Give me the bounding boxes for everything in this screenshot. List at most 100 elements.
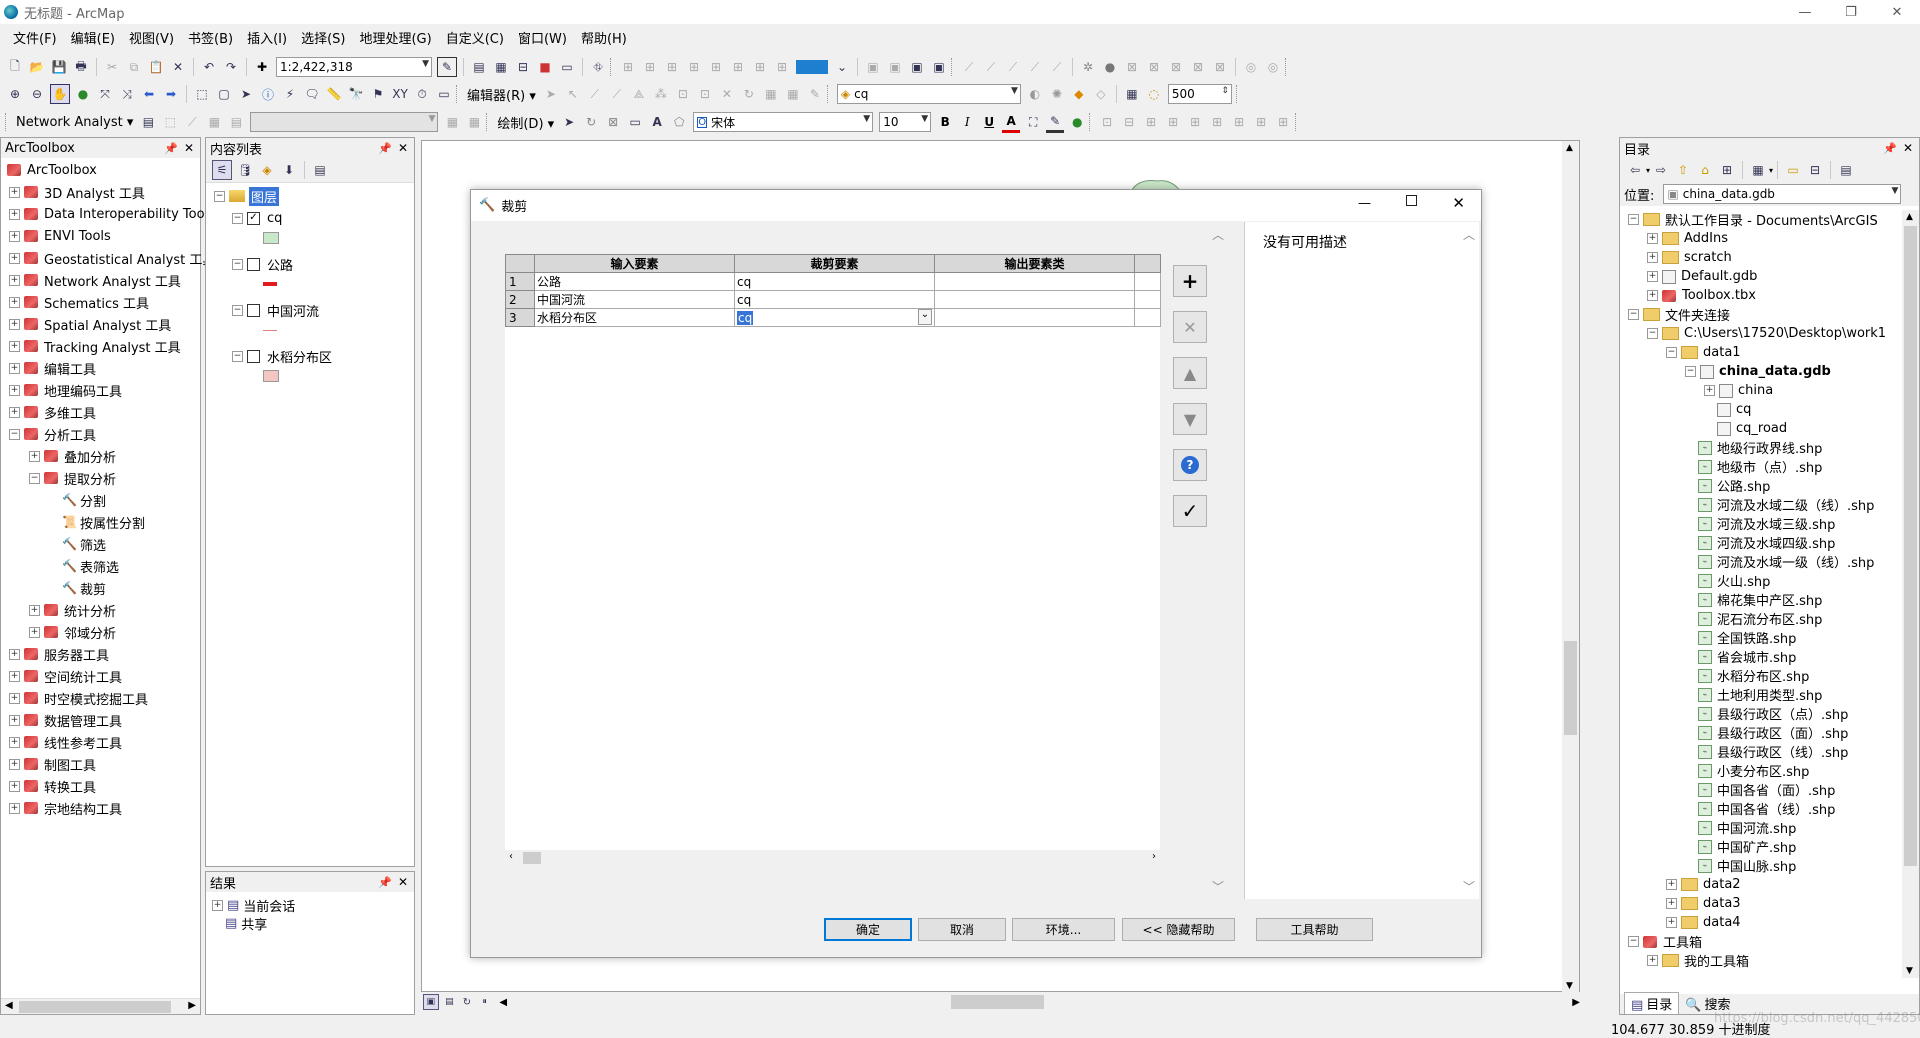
python-window-icon[interactable]: ▭: [558, 58, 576, 76]
expand-icon[interactable]: −: [1647, 328, 1658, 339]
toolbox-item[interactable]: + 邻域分析: [1, 621, 200, 643]
font-color-button[interactable]: A: [1002, 112, 1021, 133]
network-analyst-menu[interactable]: Network Analyst ▾: [12, 115, 137, 130]
georef5-icon[interactable]: ⊞: [707, 58, 725, 76]
layer-symbol[interactable]: [263, 229, 414, 247]
misc-tool4-icon[interactable]: ⊞: [1164, 113, 1182, 131]
catalog-item[interactable]: ⌁ 地级行政界线.shp: [1620, 438, 1919, 457]
catalog-item[interactable]: ⌁ 中国山脉.shp: [1620, 856, 1919, 875]
toc-layer[interactable]: − ✓ cq: [206, 207, 414, 229]
toolbox-item[interactable]: + Data Interoperability Too: [1, 203, 205, 225]
close-icon[interactable]: ✕: [398, 141, 408, 155]
draw-rect-icon[interactable]: ▭: [626, 113, 644, 131]
html-popup-icon[interactable]: ⚡: [281, 85, 299, 103]
new-icon[interactable]: 🗋: [6, 58, 24, 76]
menu-bookmarks[interactable]: 书签(B): [181, 28, 240, 47]
select-elements-icon[interactable]: ➤: [237, 85, 255, 103]
expand-icon[interactable]: +: [9, 274, 20, 286]
georef3-icon[interactable]: ⊞: [663, 58, 681, 76]
dialog-maximize-button[interactable]: [1406, 195, 1417, 206]
catalog-item[interactable]: ⌁ 地级市（点）.shp: [1620, 457, 1919, 476]
toolbox-item[interactable]: − 分析工具: [1, 423, 200, 445]
copy-icon[interactable]: ⧉: [125, 58, 143, 76]
zoom-scale-icon[interactable]: ◌: [1145, 85, 1163, 103]
catalog-item[interactable]: ⌁ 河流及水域三级.shp: [1620, 514, 1919, 533]
construct-icon[interactable]: ⟁: [630, 85, 648, 103]
catalog-item[interactable]: + Default.gdb: [1620, 267, 1919, 286]
sketch-props-icon[interactable]: ▦: [784, 85, 802, 103]
draw-menu[interactable]: 绘制(D) ▾: [493, 113, 558, 132]
move-up-button[interactable]: ▲: [1173, 357, 1207, 389]
topology-icon[interactable]: ⟋: [960, 58, 978, 76]
create-features-icon[interactable]: ✎: [806, 85, 824, 103]
catalog-item[interactable]: + china: [1620, 381, 1919, 400]
georef4-icon[interactable]: ⊞: [685, 58, 703, 76]
undo-icon[interactable]: ↶: [200, 58, 218, 76]
toolbox-item[interactable]: + 服务器工具: [1, 643, 200, 665]
tab-catalog[interactable]: ▤ 目录: [1624, 992, 1680, 1014]
na-tool5-icon[interactable]: ▦: [443, 113, 461, 131]
toolbox-item[interactable]: + 制图工具: [1, 753, 200, 775]
expand-icon[interactable]: +: [9, 758, 20, 770]
catalog-item[interactable]: + data2: [1620, 875, 1919, 894]
toolbox-item[interactable]: + Network Analyst 工具: [1, 269, 200, 291]
expand-icon[interactable]: +: [9, 208, 20, 220]
na-tool2-icon[interactable]: ⟋: [183, 113, 201, 131]
catalog-item[interactable]: ⌁ 县级行政区（线）.shp: [1620, 742, 1919, 761]
catalog-item[interactable]: − 默认工作目录 - Documents\ArcGIS: [1620, 210, 1919, 229]
viewer-icon[interactable]: ▭: [435, 85, 453, 103]
toolbox-item[interactable]: + 时空模式挖掘工具: [1, 687, 200, 709]
minimize-button[interactable]: —: [1782, 0, 1828, 24]
catalog-item[interactable]: cq_road: [1620, 419, 1919, 438]
print-icon[interactable]: 🖶: [72, 58, 90, 76]
cancel-button[interactable]: 取消: [918, 918, 1006, 941]
catalog-item[interactable]: + data3: [1620, 894, 1919, 913]
line-color-icon[interactable]: ✎: [1046, 112, 1065, 133]
expand-icon[interactable]: −: [1628, 214, 1639, 225]
expand-icon[interactable]: +: [9, 736, 20, 748]
menu-geoprocessing[interactable]: 地理处理(G): [352, 28, 438, 47]
close-window-button[interactable]: ✕: [1874, 0, 1920, 24]
topology5-icon[interactable]: ⟋: [1048, 58, 1066, 76]
catalog-item[interactable]: ⌁ 水稻分布区.shp: [1620, 666, 1919, 685]
menu-customize[interactable]: 自定义(C): [439, 28, 511, 47]
expand-icon[interactable]: +: [1647, 955, 1658, 966]
expand-icon[interactable]: +: [9, 692, 20, 704]
help-button[interactable]: ?: [1173, 449, 1207, 481]
refresh-icon[interactable]: ↻: [460, 995, 474, 1009]
map-hscroll-thumb[interactable]: [951, 995, 1045, 1009]
expand-icon[interactable]: −: [1628, 309, 1639, 320]
toolbox-item[interactable]: 🔨 分割: [1, 489, 200, 511]
output-feature-class-cell[interactable]: [934, 272, 1135, 291]
expand-icon[interactable]: −: [232, 350, 243, 362]
menu-help[interactable]: 帮助(H): [574, 28, 634, 47]
close-icon[interactable]: ✕: [1903, 141, 1913, 155]
catalog-item[interactable]: ⌁ 省会城市.shp: [1620, 647, 1919, 666]
fill-color-icon[interactable]: ⛶: [1024, 113, 1042, 131]
layer-symbol[interactable]: [263, 321, 414, 339]
redo-icon[interactable]: ↷: [222, 58, 240, 76]
misc-tool5-icon[interactable]: ⊞: [1186, 113, 1204, 131]
toolbox-item[interactable]: + ENVI Tools: [1, 225, 200, 247]
catalog-item[interactable]: ⌁ 棉花集中产区.shp: [1620, 590, 1919, 609]
menu-edit[interactable]: 编辑(E): [64, 28, 122, 47]
brightness-icon[interactable]: ✺: [1048, 85, 1066, 103]
toolbox-item[interactable]: + 数据管理工具: [1, 709, 200, 731]
catalog-item[interactable]: − 文件夹连接: [1620, 305, 1919, 324]
misc-tool9-icon[interactable]: ⊞: [1274, 113, 1292, 131]
georef10-icon[interactable]: ⊠: [1145, 58, 1163, 76]
catalog-vscrollbar[interactable]: ▲ ▼: [1902, 210, 1919, 978]
georef7-icon[interactable]: ⊞: [751, 58, 769, 76]
na-tool-icon[interactable]: ⬚: [161, 113, 179, 131]
layer-visibility-checkbox[interactable]: [247, 349, 260, 363]
topology3-icon[interactable]: ⟋: [1004, 58, 1022, 76]
col-output-feature-class[interactable]: 输出要素类: [934, 254, 1135, 273]
toolbox-item[interactable]: + 宗地结构工具: [1, 797, 200, 819]
input-features-cell[interactable]: 水稻分布区: [534, 308, 735, 327]
location-combo[interactable]: ▣ china_data.gdb ▼: [1663, 184, 1902, 204]
catalog-options-icon[interactable]: ▤: [1837, 161, 1855, 179]
grid-row[interactable]: 3 水稻分布区 cq ⌄: [505, 308, 1161, 327]
layer-symbol[interactable]: [263, 275, 414, 293]
toolbox-item[interactable]: + Tracking Analyst 工具: [1, 335, 200, 357]
output-feature-class-cell[interactable]: [934, 290, 1135, 309]
